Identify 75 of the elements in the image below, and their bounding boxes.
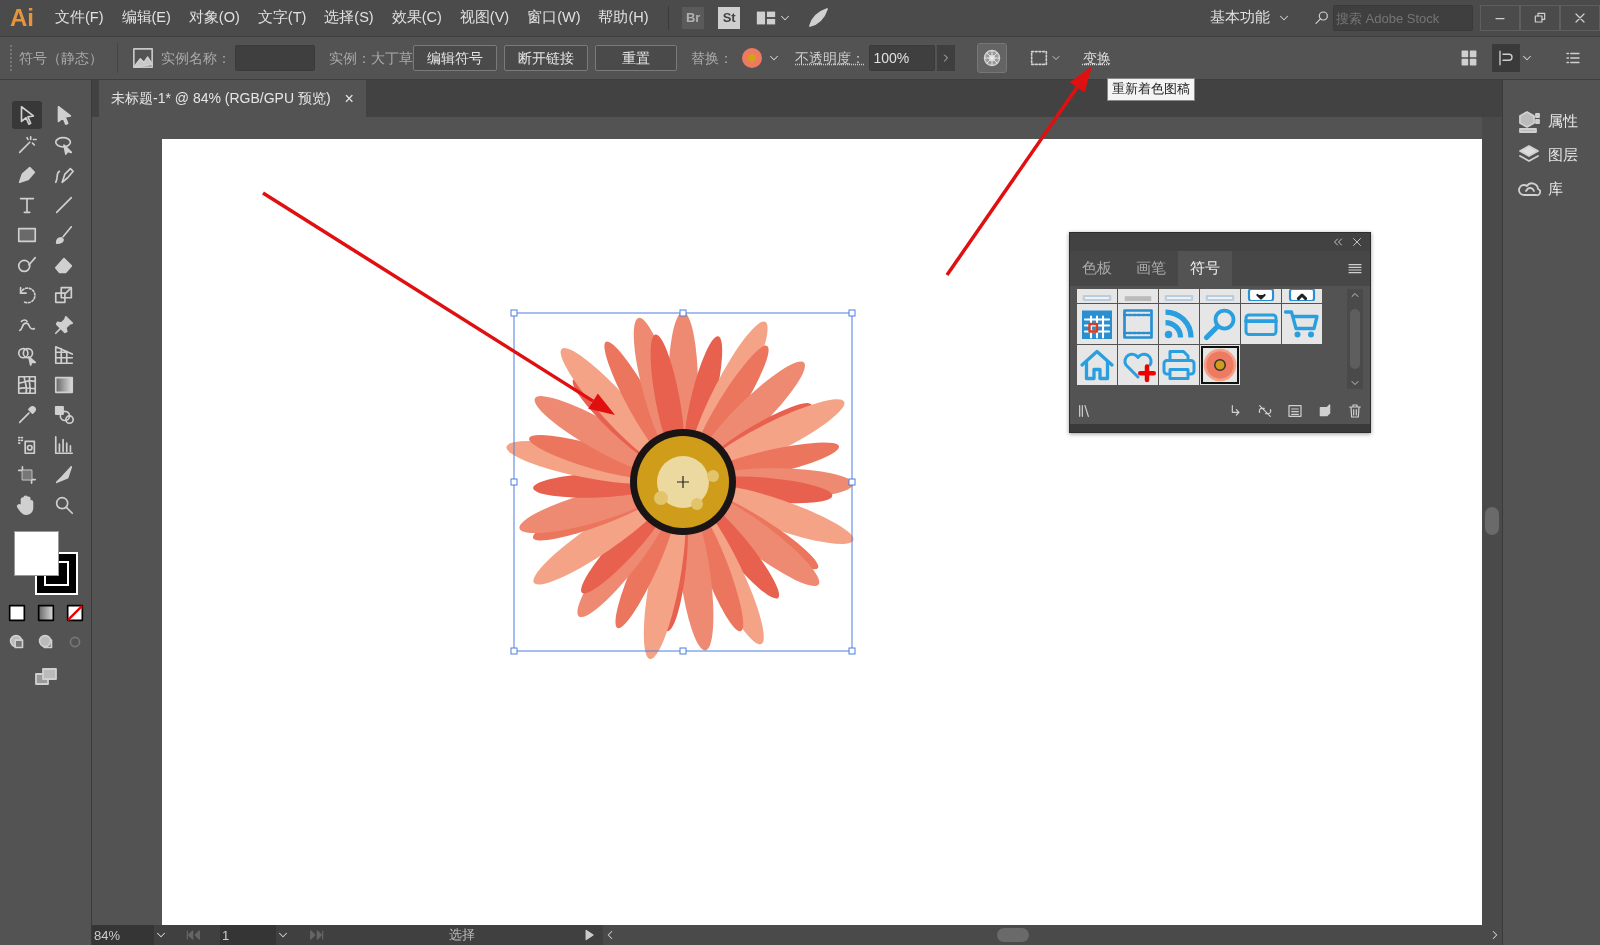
object-type-label: 符号（静态）	[19, 48, 103, 68]
panel-shortcut[interactable]: 库	[1503, 172, 1600, 206]
properties-icon	[1517, 109, 1541, 133]
pen-icon[interactable]	[16, 164, 38, 186]
menu-item[interactable]: 文件(F)	[46, 7, 113, 29]
menu-item[interactable]: 选择(S)	[315, 7, 383, 29]
magic-wand-icon[interactable]	[16, 134, 38, 156]
panel-shortcut[interactable]: 图层	[1503, 138, 1600, 172]
symbol-sprayer-icon[interactable]	[16, 434, 38, 456]
align-panel-button[interactable]	[1492, 44, 1520, 72]
restore-icon[interactable]	[1532, 10, 1548, 26]
mesh-icon[interactable]	[16, 374, 38, 396]
trash-icon[interactable]	[1347, 402, 1363, 419]
line-segment-icon[interactable]	[53, 194, 75, 216]
transform-link[interactable]: 变换	[1082, 47, 1111, 69]
flower-symbol-icon[interactable]	[1202, 347, 1238, 383]
close-icon[interactable]	[1351, 236, 1363, 248]
symbol-instance-icon	[132, 47, 154, 69]
paintbrush-icon[interactable]	[53, 224, 75, 246]
menu-item[interactable]: 文字(T)	[248, 7, 316, 29]
panel-shortcut[interactable]: 属性	[1503, 104, 1600, 138]
instance-label: 实例：大丁草	[328, 48, 413, 68]
slice-icon[interactable]	[53, 464, 75, 486]
flower-thumbnail-icon	[739, 46, 764, 70]
menu-item[interactable]: 对象(O)	[179, 7, 249, 29]
menu-item[interactable]: 效果(C)	[382, 7, 451, 29]
zoom-icon[interactable]	[53, 494, 75, 516]
search-icon[interactable]	[1313, 10, 1330, 26]
zoom-field[interactable]: 84%	[92, 925, 154, 945]
menu-item[interactable]: 窗口(W)	[518, 7, 590, 29]
scrollbar-thumb[interactable]	[1485, 507, 1499, 535]
page-field[interactable]: 1	[220, 925, 276, 945]
symbol-action-button[interactable]: 编辑符号	[412, 45, 497, 71]
replace-label: 替换：	[690, 48, 733, 68]
symbol-action-button[interactable]: 重置	[594, 45, 677, 71]
current-tool-label: 选择	[448, 926, 476, 945]
tab-close-button[interactable]: ×	[344, 86, 354, 111]
scrollbar-thumb[interactable]	[997, 928, 1029, 942]
symbol-action-button[interactable]: 断开链接	[503, 45, 588, 71]
center-point-icon	[676, 475, 690, 489]
menu-item[interactable]: 编辑(E)	[112, 7, 180, 29]
panel-tab[interactable]: 符号	[1178, 251, 1232, 286]
align-icon	[1497, 49, 1515, 67]
opacity-field[interactable]: 100%	[868, 45, 935, 71]
artboard-icon[interactable]	[16, 464, 38, 486]
arrange-grid-icon[interactable]	[1460, 49, 1478, 67]
scale-icon[interactable]	[53, 284, 75, 306]
gradient-swatch-icon[interactable]	[53, 374, 75, 396]
blend-icon[interactable]	[53, 404, 75, 426]
bar-graph-icon[interactable]	[53, 434, 75, 456]
menu-item[interactable]: 帮助(H)	[589, 7, 658, 29]
workspace-switcher[interactable]: 基本功能	[1200, 7, 1300, 29]
new-symbol-icon[interactable]	[1317, 402, 1333, 419]
lasso-icon[interactable]	[53, 134, 75, 156]
collapse-icon[interactable]	[1332, 236, 1344, 248]
tooltip: 重新着色图稿	[1107, 78, 1195, 101]
perspective-grid-icon[interactable]	[53, 344, 75, 366]
panel-resize-grip[interactable]	[1070, 423, 1370, 432]
film-strip-symbol-icon[interactable]	[1120, 306, 1156, 342]
play-icon[interactable]	[582, 928, 596, 942]
recolor-artwork-button[interactable]	[976, 43, 1007, 73]
instance-name-label: 实例名称：	[161, 48, 231, 68]
replace-symbol-dropdown[interactable]	[739, 46, 781, 70]
symbol-options-icon[interactable]	[1287, 402, 1303, 419]
menu-item[interactable]: 视图(V)	[450, 7, 519, 29]
pin-icon[interactable]	[53, 314, 75, 336]
fill-stroke-swatch[interactable]	[13, 531, 78, 595]
eyedropper-icon[interactable]	[16, 404, 38, 426]
opacity-label: 不透明度：	[795, 48, 865, 68]
document-tab[interactable]: 未标题-1* @ 84% (RGB/GPU 预览)	[111, 88, 331, 109]
app-logo: Ai	[9, 3, 35, 33]
instance-name-field[interactable]	[234, 45, 315, 71]
color-wheel-icon	[981, 48, 1002, 68]
stock-button[interactable]: St	[718, 7, 741, 29]
broken-link-icon[interactable]	[1257, 402, 1273, 419]
